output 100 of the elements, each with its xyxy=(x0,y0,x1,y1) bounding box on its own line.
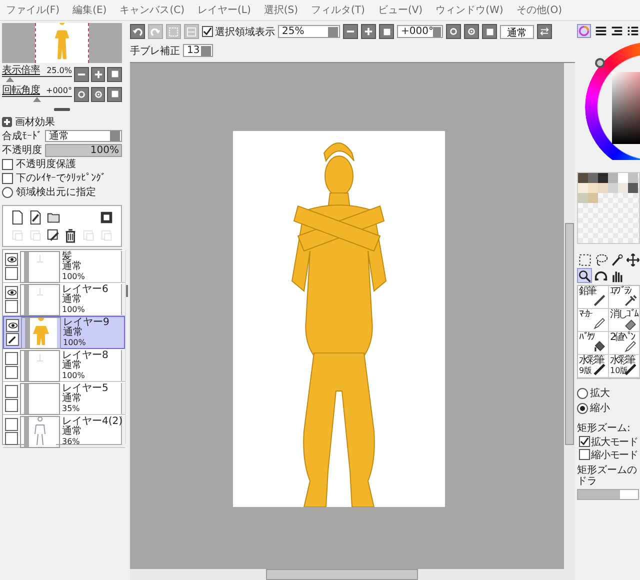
angle-dropdown[interactable]: +000° xyxy=(397,25,443,38)
select-tool-icon[interactable] xyxy=(577,252,592,267)
color-swatch[interactable] xyxy=(588,183,598,193)
flip-button[interactable] xyxy=(537,24,552,39)
color-swatch[interactable] xyxy=(578,193,588,203)
zoom-tool-icon[interactable] xyxy=(577,268,592,283)
brush-tool[interactable]: 水彩筆 9版 xyxy=(578,355,609,378)
zoom-in-button[interactable] xyxy=(90,66,106,82)
layer-item[interactable]: レイヤー6 通常 100% xyxy=(3,283,125,316)
brush-tool[interactable]: ｴｱﾌﾞﾗｼ xyxy=(609,286,640,309)
edit-toggle[interactable] xyxy=(5,399,18,412)
brush-tool[interactable]: 消しｺﾞﾑ xyxy=(609,309,640,332)
edit-toggle[interactable] xyxy=(6,333,19,346)
color-swatch[interactable] xyxy=(628,183,638,193)
split-tab-icon[interactable] xyxy=(610,24,624,38)
brush-tool[interactable]: 鉛筆 xyxy=(578,286,609,309)
scrollbar-thumb[interactable] xyxy=(266,569,418,580)
rotation-slider[interactable]: 回転角度 +000° xyxy=(2,85,72,103)
eye-icon xyxy=(6,289,16,296)
zoom-slider[interactable]: 表示倍率 25.0% xyxy=(2,65,72,83)
brush-tip-icon xyxy=(593,363,606,376)
layer-item[interactable]: レイヤー9 通常 100% xyxy=(3,316,125,349)
lasso-tool-icon[interactable] xyxy=(593,252,608,267)
reset-rotation-button[interactable] xyxy=(107,86,122,102)
checkbox[interactable] xyxy=(2,172,13,184)
color-swatch[interactable] xyxy=(588,193,598,203)
color-swatch[interactable] xyxy=(618,173,628,183)
menu-item[interactable]: ファイル(F) xyxy=(6,3,60,17)
layer-item[interactable]: レイヤー5 通常 35% xyxy=(3,382,125,415)
color-swatch[interactable] xyxy=(578,183,588,193)
plus-icon[interactable] xyxy=(2,117,12,127)
color-swatch[interactable] xyxy=(578,173,588,183)
wand-tool-icon[interactable] xyxy=(609,252,624,267)
move-tool-icon[interactable] xyxy=(625,252,640,267)
reset-rotation-button[interactable] xyxy=(482,24,497,39)
zoom-out-button[interactable] xyxy=(74,66,89,82)
figure-thumbnail-icon xyxy=(53,23,71,61)
zoom-out-button[interactable] xyxy=(343,24,358,39)
visibility-toggle[interactable] xyxy=(6,319,19,332)
visibility-toggle[interactable] xyxy=(5,253,18,266)
edit-toggle[interactable] xyxy=(5,267,18,280)
brush-tool[interactable]: ﾊﾞｹﾂ xyxy=(578,332,609,355)
list-tab-icon[interactable] xyxy=(626,24,640,38)
visibility-toggle[interactable] xyxy=(5,286,18,299)
pen-icon xyxy=(8,335,17,344)
color-swatch[interactable] xyxy=(598,183,608,193)
menu-item[interactable]: ビュー(V) xyxy=(378,3,423,17)
menu-item[interactable]: 編集(E) xyxy=(72,3,107,17)
scrollbar-thumb[interactable] xyxy=(565,223,574,445)
eye-icon xyxy=(8,322,18,329)
zoom-dropdown[interactable]: 25% xyxy=(278,25,340,38)
radio-button[interactable] xyxy=(577,402,588,414)
visibility-toggle[interactable] xyxy=(5,352,18,365)
reset-rotation-icon xyxy=(110,90,119,98)
reset-zoom-button[interactable] xyxy=(107,66,122,82)
rotate-right-button[interactable] xyxy=(464,24,479,39)
opacity-slider[interactable]: 100% xyxy=(45,144,122,156)
checkbox[interactable] xyxy=(579,436,590,447)
layer-thumbnail xyxy=(21,316,61,348)
visibility-toggle[interactable] xyxy=(5,418,18,431)
blend-mode-dropdown[interactable]: 通常 xyxy=(45,130,122,142)
layer-opacity: 100% xyxy=(62,370,86,380)
zoom-in-button[interactable] xyxy=(361,24,376,39)
radio-button[interactable] xyxy=(2,186,13,198)
menu-item[interactable]: その他(O) xyxy=(516,3,562,17)
layer-item[interactable]: レイヤー8 通常 100% xyxy=(3,349,125,382)
edit-toggle[interactable] xyxy=(5,366,18,379)
menu-item[interactable]: ウィンドウ(W) xyxy=(436,3,504,17)
color-swatch[interactable] xyxy=(588,173,598,183)
edit-toggle[interactable] xyxy=(5,432,18,445)
brush-tip-icon xyxy=(624,317,637,330)
checkbox[interactable] xyxy=(202,26,213,37)
radio-button[interactable] xyxy=(577,388,588,398)
stabilizer-dropdown[interactable]: 13 xyxy=(183,44,213,57)
edit-toggle[interactable] xyxy=(5,300,18,313)
layer-item[interactable]: 髪 通常 100% xyxy=(3,250,125,283)
drag-slider[interactable] xyxy=(577,489,639,500)
color-swatch[interactable] xyxy=(608,173,618,183)
mode-button[interactable]: 通常 xyxy=(500,24,534,38)
layer-item[interactable]: レイヤー4(2) 通常 36% xyxy=(3,415,125,448)
visibility-toggle[interactable] xyxy=(5,385,18,398)
undo-button[interactable] xyxy=(130,24,145,39)
brush-tool[interactable]: 2値ﾍﾟﾝ xyxy=(609,332,640,355)
color-swatch[interactable] xyxy=(628,173,638,183)
brush-tool[interactable]: ﾏｰｶｰ xyxy=(578,309,609,332)
checkbox[interactable] xyxy=(579,449,590,460)
color-swatch[interactable] xyxy=(598,173,608,183)
rotate-left-button[interactable] xyxy=(74,86,89,102)
rotate-right-button[interactable] xyxy=(90,86,106,102)
menu-item[interactable]: 選択(S) xyxy=(264,3,298,17)
menu-item[interactable]: キャンバス(C) xyxy=(120,3,184,17)
color-swatch[interactable] xyxy=(608,183,618,193)
rotate-left-button[interactable] xyxy=(446,24,461,39)
color-swatch[interactable] xyxy=(618,183,628,193)
bars-tab-icon[interactable] xyxy=(594,24,608,38)
reset-zoom-button[interactable] xyxy=(379,24,394,39)
menu-item[interactable]: フィルタ(T) xyxy=(311,3,365,17)
layer-opacity: 100% xyxy=(62,304,86,314)
menu-item[interactable]: レイヤー(L) xyxy=(197,3,251,17)
checkbox[interactable] xyxy=(2,158,13,170)
